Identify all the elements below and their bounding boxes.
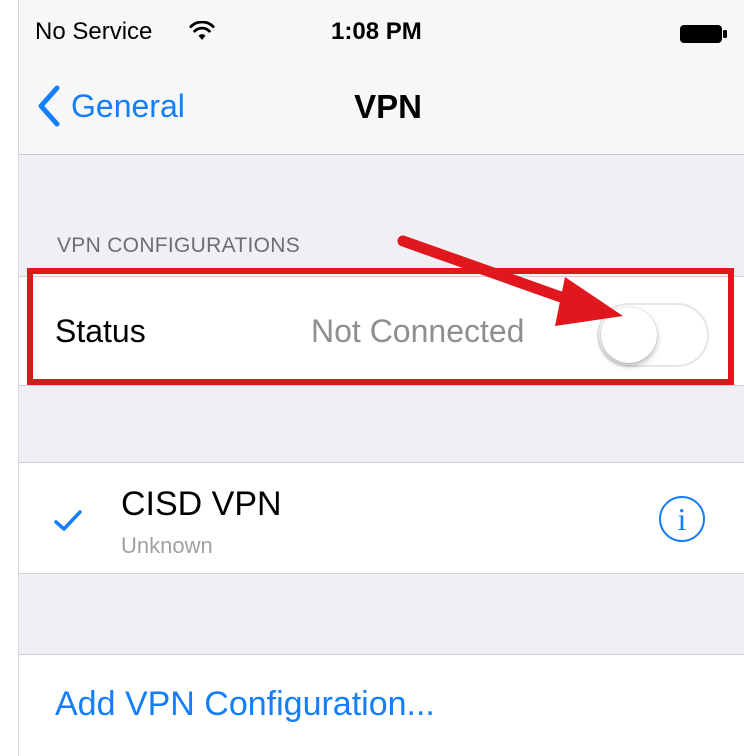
checkmark-icon [53, 509, 83, 538]
vpn-profile-row[interactable]: CISD VPN Unknown i [19, 462, 744, 574]
status-bar: No Service 1:08 PM [19, 0, 744, 62]
wifi-icon [189, 20, 215, 48]
battery-icon [679, 23, 729, 51]
clock-label: 1:08 PM [331, 18, 422, 45]
vpn-profile-name: CISD VPN [121, 485, 282, 523]
settings-screen: No Service 1:08 PM General VPN VPN CONFI… [18, 0, 744, 756]
page-title: VPN [354, 88, 422, 125]
annotation-highlight-box [27, 268, 734, 385]
add-vpn-configuration-link[interactable]: Add VPN Configuration... [55, 685, 435, 724]
vpn-profile-status: Unknown [121, 533, 213, 558]
add-vpn-configuration-row[interactable]: Add VPN Configuration... [19, 654, 744, 756]
carrier-label: No Service [35, 18, 153, 45]
navigation-bar: General VPN [19, 62, 744, 155]
info-icon[interactable]: i [659, 496, 705, 542]
section-header-vpn-configurations: VPN CONFIGURATIONS [57, 234, 301, 257]
